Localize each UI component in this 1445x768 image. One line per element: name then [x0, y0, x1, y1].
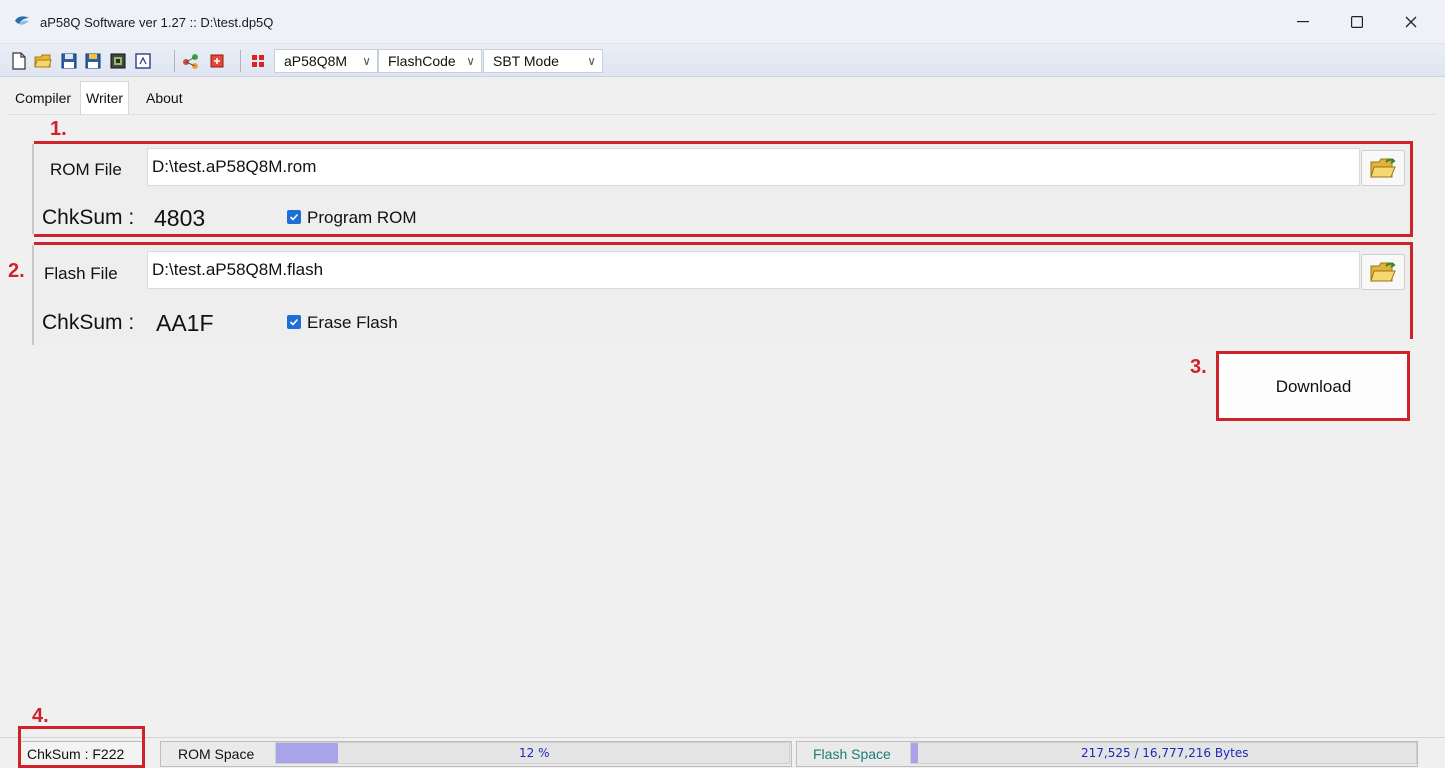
rom-file-group: ROM File D:\test.aP58Q8M.rom ChkSum : 48… — [32, 144, 1410, 234]
app-window: aP58Q Software ver 1.27 :: D:\test.dp5Q — [0, 0, 1445, 768]
flash-space-bytes: 217,525 / 16,777,216 Bytes — [1081, 746, 1249, 760]
flash-space-progress: 217,525 / 16,777,216 Bytes — [910, 742, 1417, 764]
chip-select[interactable]: aP58Q8M ∨ — [274, 49, 378, 73]
tab-compiler[interactable]: Compiler — [10, 85, 76, 115]
flash-space-cell: Flash Space 217,525 / 16,777,216 Bytes — [796, 741, 1418, 767]
new-file-icon[interactable] — [10, 52, 28, 70]
rom-space-progress: 12 % — [275, 742, 790, 764]
rom-chksum-value: 4803 — [154, 205, 206, 231]
rom-space-percent: 12 % — [519, 746, 550, 760]
open-folder-icon — [1370, 158, 1396, 178]
minimize-icon — [1297, 21, 1309, 23]
toolbar: aP58Q8M ∨ FlashCode ∨ SBT Mode ∨ — [0, 44, 1445, 77]
rom-chksum-label: ChkSum : — [42, 206, 135, 229]
save-icon[interactable] — [60, 52, 78, 70]
open-folder-icon[interactable] — [34, 52, 52, 70]
app-logo-icon — [15, 16, 29, 25]
maximize-button[interactable] — [1334, 8, 1380, 36]
rom-file-path-input[interactable]: D:\test.aP58Q8M.rom — [147, 148, 1360, 186]
chevron-down-icon: ∨ — [362, 54, 371, 68]
flash-chksum-value: AA1F — [156, 310, 214, 336]
flash-space-progress-fill — [911, 743, 918, 763]
annotation-box-chksum — [18, 726, 145, 768]
chip-icon[interactable] — [249, 52, 267, 70]
mode-select-value: SBT Mode — [493, 53, 559, 69]
rom-browse-button[interactable] — [1361, 150, 1405, 186]
tab-writer[interactable]: Writer — [80, 81, 130, 115]
toolbar-separator — [240, 50, 241, 72]
tab-bar: Compiler Writer About — [0, 79, 1445, 115]
code-select[interactable]: FlashCode ∨ — [378, 49, 482, 73]
mode-select[interactable]: SBT Mode ∨ — [483, 49, 603, 73]
export-icon[interactable] — [208, 52, 226, 70]
rom-space-label: ROM Space — [178, 746, 255, 762]
annotation-step-1: 1. — [50, 118, 67, 140]
flash-file-label: Flash File — [44, 264, 118, 283]
window-title: aP58Q Software ver 1.27 :: D:\test.dp5Q — [40, 15, 274, 30]
open-folder-icon — [1370, 262, 1396, 282]
checkmark-icon — [289, 213, 299, 221]
maximize-icon — [1351, 16, 1363, 28]
annotation-step-2: 2. — [8, 260, 25, 282]
flash-chksum-label: ChkSum : — [42, 311, 135, 334]
program-rom-label: Program ROM — [307, 208, 417, 227]
close-icon — [1405, 16, 1417, 28]
chip-select-value: aP58Q8M — [284, 53, 348, 69]
calendar-icon[interactable] — [134, 52, 152, 70]
chevron-down-icon: ∨ — [587, 54, 596, 68]
connect-icon[interactable] — [182, 52, 200, 70]
flash-file-path-input[interactable]: D:\test.aP58Q8M.flash — [147, 251, 1360, 289]
erase-flash-label: Erase Flash — [307, 313, 398, 332]
annotation-box-download — [1216, 351, 1410, 421]
compile-icon[interactable] — [109, 52, 127, 70]
chevron-down-icon: ∨ — [466, 54, 475, 68]
rom-space-progress-fill — [276, 743, 338, 763]
rom-file-label: ROM File — [50, 160, 122, 179]
minimize-button[interactable] — [1280, 8, 1326, 36]
status-bar: ChkSum : F222 ROM Space 12 % Flash Space… — [0, 726, 1445, 768]
flash-space-label: Flash Space — [813, 746, 891, 762]
rom-space-cell: ROM Space 12 % — [160, 741, 792, 767]
save-as-icon[interactable] — [84, 52, 102, 70]
flash-file-group: Flash File D:\test.aP58Q8M.flash ChkSum … — [32, 245, 1410, 345]
program-rom-checkbox[interactable] — [287, 210, 301, 224]
flash-browse-button[interactable] — [1361, 254, 1405, 290]
toolbar-separator — [174, 50, 175, 72]
annotation-step-4: 4. — [32, 705, 49, 727]
title-bar: aP58Q Software ver 1.27 :: D:\test.dp5Q — [0, 0, 1445, 44]
close-button[interactable] — [1388, 8, 1434, 36]
checkmark-icon — [289, 318, 299, 326]
tab-about[interactable]: About — [141, 85, 188, 115]
code-select-value: FlashCode — [388, 53, 456, 69]
annotation-step-3: 3. — [1190, 356, 1207, 378]
erase-flash-checkbox[interactable] — [287, 315, 301, 329]
